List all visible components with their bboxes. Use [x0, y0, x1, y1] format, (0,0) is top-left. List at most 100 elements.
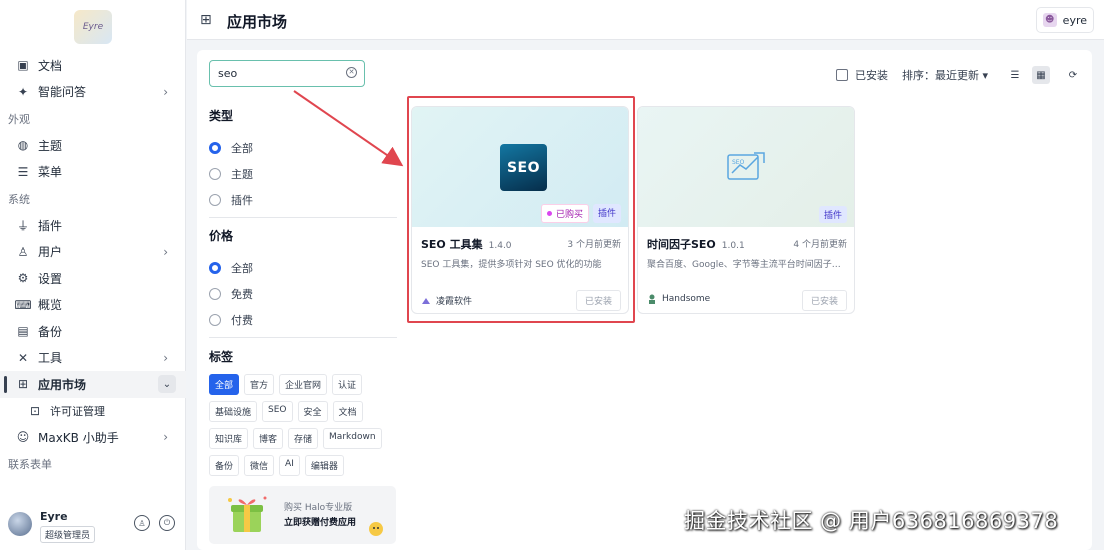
- sparkle-icon: ✦: [17, 84, 29, 99]
- refresh-icon[interactable]: ⟳: [1064, 66, 1082, 84]
- terminal-icon: ⌨: [14, 297, 32, 312]
- sidebar-item-docs[interactable]: ▣ 文档: [0, 52, 186, 79]
- radio-type-theme[interactable]: 主题: [209, 161, 397, 187]
- divider: [209, 337, 397, 338]
- sidebar-item-license[interactable]: ⊡ 许可证管理: [0, 398, 186, 425]
- search-value: seo: [218, 67, 238, 80]
- tag-chip[interactable]: 微信: [244, 455, 275, 476]
- apps-icon: ⊞: [17, 377, 29, 392]
- sidebar-item-backup[interactable]: ▤ 备份: [0, 318, 186, 345]
- sidebar-item-tools[interactable]: ✕ 工具 ›: [0, 345, 186, 372]
- chevron-right-icon: ›: [163, 244, 168, 259]
- plug-icon: ⏚: [16, 218, 29, 233]
- svg-text:SEO: SEO: [732, 159, 745, 166]
- user-name: Eyre: [40, 510, 68, 523]
- bot-icon: ☺: [16, 430, 30, 445]
- radio-dot: [209, 314, 221, 326]
- logout-icon[interactable]: ⏻: [159, 515, 175, 531]
- tag-chip[interactable]: 认证: [332, 374, 363, 395]
- chevron-right-icon: ›: [163, 430, 168, 445]
- sidebar-item-label: MaxKB 小助手: [38, 430, 119, 445]
- radio-type-plugin[interactable]: 插件: [209, 187, 397, 213]
- tag-list: 全部 官方 企业官网 认证 基础设施 SEO 安全 文档 知识库 博客 存储 M…: [209, 374, 395, 476]
- sidebar-item-overview[interactable]: ⌨ 概览: [0, 292, 186, 319]
- filter-tags-title: 标签: [209, 348, 397, 376]
- site-logo[interactable]: Eyre: [74, 10, 112, 44]
- sidebar-nav: ▣ 文档 ✦ 智能问答 › 外观 ◍ 主题 ☰ 菜单 系统 ⏚ 插件 ♙ 用户 › ⚙ 设置 ⌨ 概…: [0, 52, 186, 478]
- promo-banner[interactable]: 购买 Halo专业版 立即获赠付费应用: [209, 486, 396, 544]
- user-role-badge: 超级管理员: [40, 526, 96, 543]
- sidebar-item-maxkb[interactable]: ☺ MaxKB 小助手 ›: [0, 424, 186, 451]
- page-header: ⊞ 应用市场 ☻ eyre: [187, 0, 1104, 40]
- tag-chip[interactable]: 博客: [253, 428, 284, 449]
- tools-icon: ✕: [17, 350, 29, 365]
- radio-price-paid[interactable]: 付费: [209, 307, 397, 333]
- promo-line2: 立即获赠付费应用: [284, 518, 357, 528]
- backup-icon: ▤: [17, 324, 29, 339]
- doc-icon: ▣: [17, 58, 29, 73]
- sidebar-item-menus[interactable]: ☰ 菜单: [0, 159, 186, 186]
- list-view-icon[interactable]: ☰: [1006, 66, 1024, 84]
- watermark: 掘金技术社区 @ 用户636816869378: [684, 509, 1059, 533]
- tag-chip[interactable]: 安全: [297, 401, 328, 422]
- sidebar-item-label: 许可证管理: [50, 404, 105, 418]
- tag-chip[interactable]: SEO: [262, 401, 293, 422]
- sidebar-item-users[interactable]: ♙ 用户 ›: [0, 239, 186, 266]
- app-cover: SEO 插件: [638, 107, 854, 227]
- installed-button[interactable]: 已安装: [801, 290, 847, 311]
- tag-chip[interactable]: 企业官网: [279, 374, 328, 395]
- grid-view-icon[interactable]: ▦: [1032, 66, 1050, 84]
- installed-checkbox[interactable]: [835, 69, 848, 81]
- chevron-down-icon[interactable]: ⌄: [158, 375, 176, 394]
- gear-icon: ⚙: [17, 271, 29, 286]
- radio-price-free[interactable]: 免费: [209, 281, 397, 307]
- sidebar-item-plugins[interactable]: ⏚ 插件: [0, 212, 186, 239]
- app-card[interactable]: SEO 插件 时间因子SEO 1.0.1 4 个月前更新 聚合百度、Google、…: [637, 106, 855, 314]
- sidebar-item-qa[interactable]: ✦ 智能问答 ›: [0, 79, 186, 106]
- market-toolbar: 已安装 排序：最近更新 ▾ ☰ ▦ ⟳: [835, 66, 1082, 84]
- account-button[interactable]: ☻ eyre: [1035, 7, 1094, 33]
- tag-chip[interactable]: 编辑器: [304, 455, 344, 476]
- divider: [209, 217, 397, 218]
- sidebar-item-settings[interactable]: ⚙ 设置: [0, 265, 186, 292]
- account-avatar-icon: ☻: [1042, 13, 1057, 27]
- sidebar-item-label: 用户: [38, 245, 63, 260]
- user-icon: ♙: [17, 244, 29, 259]
- author-avatar-icon: [649, 294, 655, 304]
- user-profile: Eyre 超级管理员 ♙ ⏻: [0, 505, 186, 545]
- tag-chip[interactable]: Markdown: [323, 428, 382, 449]
- sidebar-item-themes[interactable]: ◍ 主题: [0, 132, 186, 159]
- radio-type-all[interactable]: 全部: [209, 135, 397, 161]
- filter-title: 标签: [209, 350, 234, 364]
- app-description: 聚合百度、Google、字节等主流平台时间因子和元...: [647, 260, 847, 270]
- tag-chip[interactable]: AI: [279, 455, 300, 476]
- radio-price-all[interactable]: 全部: [209, 255, 397, 281]
- tag-chip[interactable]: 知识库: [209, 428, 249, 449]
- group-appearance: 外观: [8, 112, 30, 126]
- filter-type: 类型 全部 主题 插件: [209, 107, 397, 218]
- profile-icon[interactable]: ♙: [134, 515, 150, 531]
- search-input[interactable]: seo ✕: [209, 60, 365, 87]
- filter-title: 价格: [209, 229, 234, 243]
- seo-logo-icon: SEO: [727, 152, 765, 180]
- radio-dot: [209, 142, 221, 154]
- chevron-right-icon: ›: [163, 84, 168, 99]
- account-name: eyre: [1062, 13, 1087, 27]
- radio-dot: [209, 288, 221, 300]
- license-icon: ⊡: [29, 403, 41, 418]
- highlight-box: [407, 96, 635, 323]
- sort-dropdown[interactable]: 排序：最近更新 ▾: [902, 67, 988, 83]
- tag-chip[interactable]: 存储: [288, 428, 319, 449]
- group-system: 系统: [8, 192, 30, 206]
- tag-chip[interactable]: 文档: [332, 401, 363, 422]
- clear-icon[interactable]: ✕: [346, 67, 357, 78]
- palette-icon: ◍: [17, 138, 29, 153]
- chevron-right-icon: ›: [163, 350, 168, 365]
- avatar[interactable]: [8, 512, 32, 536]
- tag-chip[interactable]: 基础设施: [209, 401, 258, 422]
- tag-chip[interactable]: 官方: [244, 374, 275, 395]
- tag-chip[interactable]: 全部: [209, 374, 240, 395]
- sidebar-item-app-market[interactable]: ⊞ 应用市场 ⌄: [0, 371, 186, 398]
- filter-title: 类型: [209, 109, 234, 123]
- tag-chip[interactable]: 备份: [209, 455, 240, 476]
